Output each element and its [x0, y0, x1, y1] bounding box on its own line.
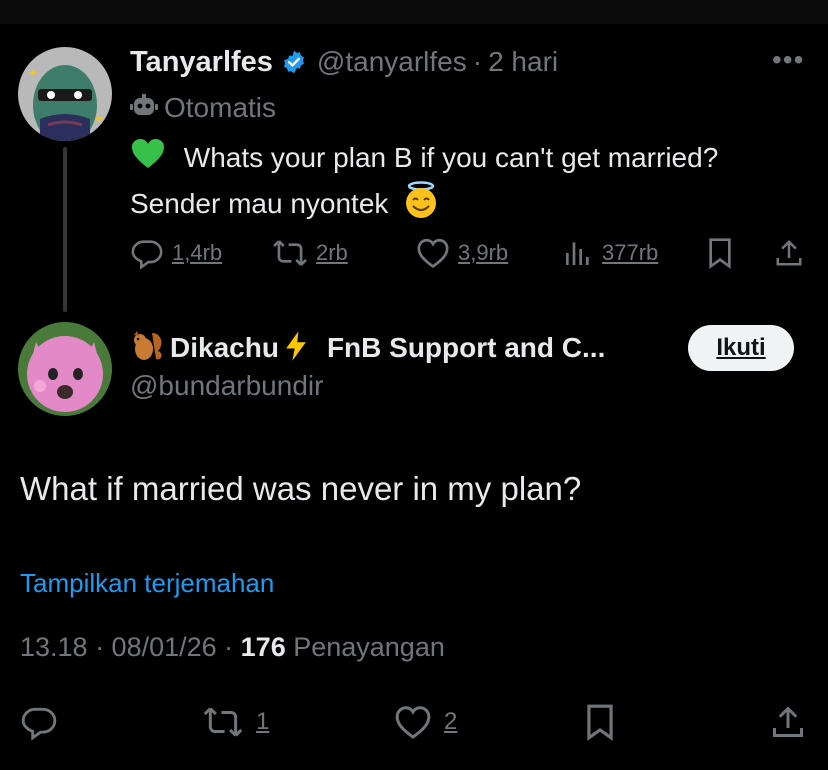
reply-timestamp[interactable]: 13.18 · 08/01/26 · [20, 632, 241, 662]
repost-icon [273, 240, 307, 266]
reply-tweet-text: What if married was never in my plan? [20, 470, 582, 507]
reply-repost-button[interactable]: 1 [202, 700, 269, 744]
reply-action-bar: 1 2 [0, 700, 828, 744]
reply-header: Dikachu FnB Support and C... [130, 326, 605, 370]
views-count: 377rb [602, 240, 659, 265]
automated-account-label: Otomatis [130, 90, 276, 126]
bot-icon [130, 93, 158, 124]
thread-connector-line [63, 147, 67, 312]
reply-handle[interactable]: @bundarbundir [130, 370, 323, 402]
reply-repost-count: 1 [256, 708, 270, 735]
more-options-icon[interactable]: ••• [772, 44, 804, 76]
parent-header: Tanyarlfes @tanyarlfes · 2 hari [130, 42, 558, 82]
follow-button[interactable]: Ikuti [688, 325, 794, 371]
lightning-icon [283, 330, 309, 367]
parent-text-line1: Whats your plan B if you can't get marri… [183, 142, 719, 173]
reply-icon [131, 240, 163, 270]
reply-share-button[interactable] [770, 700, 806, 744]
parent-handle[interactable]: @tanyarlfes [317, 46, 467, 78]
parent-action-bar: 1,4rb 2rb 3,9rb 377rb [130, 232, 810, 274]
reply-button[interactable]: 1,4rb [130, 232, 222, 274]
parent-display-name[interactable]: Tanyarlfes [130, 46, 273, 79]
reply-like-count: 2 [444, 708, 458, 735]
repost-count: 2rb [316, 240, 348, 265]
parent-avatar[interactable]: ✦ ✦ [18, 47, 112, 141]
automated-label-text: Otomatis [164, 92, 277, 123]
share-button[interactable] [774, 232, 804, 274]
svg-text:✦: ✦ [28, 66, 38, 80]
bookmark-icon [587, 704, 613, 741]
analytics-icon [566, 242, 589, 265]
reply-like-button[interactable]: 2 [394, 700, 457, 744]
reply-avatar[interactable] [18, 322, 112, 416]
verified-badge-icon [281, 49, 307, 75]
show-translation-link[interactable]: Tampilkan terjemahan [20, 568, 274, 599]
reply-display-name-suffix[interactable]: FnB Support and C... [327, 332, 605, 364]
svg-text:✦: ✦ [94, 112, 104, 126]
bookmark-button[interactable] [706, 232, 734, 274]
heart-icon [395, 706, 431, 739]
repost-icon [203, 707, 243, 737]
reply-bookmark-button[interactable] [584, 700, 616, 744]
status-bar [0, 0, 828, 24]
like-count: 3,9rb [458, 240, 509, 265]
reply-views-label: Penayangan [285, 632, 445, 662]
views-button[interactable]: 377rb [562, 232, 658, 274]
parent-tweet-text: Whats your plan B if you can't get marri… [130, 138, 820, 230]
green-heart-icon [130, 138, 166, 181]
reply-count: 1,4rb [172, 240, 223, 265]
reply-view-count: 176 [240, 632, 286, 662]
dot-separator: · [472, 46, 483, 77]
squirrel-icon [130, 329, 166, 368]
reply-icon [21, 707, 57, 741]
parent-timestamp[interactable]: 2 hari [488, 46, 558, 78]
parent-text-line2: Sender mau nyontek [130, 188, 389, 219]
bookmark-icon [709, 238, 731, 269]
reply-reply-button[interactable] [20, 700, 58, 744]
like-button[interactable]: 3,9rb [416, 232, 508, 274]
reply-meta: 13.18 · 08/01/26 · 176 Penayangan [20, 632, 445, 663]
heart-icon [417, 238, 449, 269]
share-icon [776, 239, 802, 266]
reply-display-name[interactable]: Dikachu [170, 332, 279, 364]
share-icon [773, 706, 803, 737]
repost-button[interactable]: 2rb [272, 232, 348, 274]
smiling-halo-face-icon [402, 181, 440, 230]
